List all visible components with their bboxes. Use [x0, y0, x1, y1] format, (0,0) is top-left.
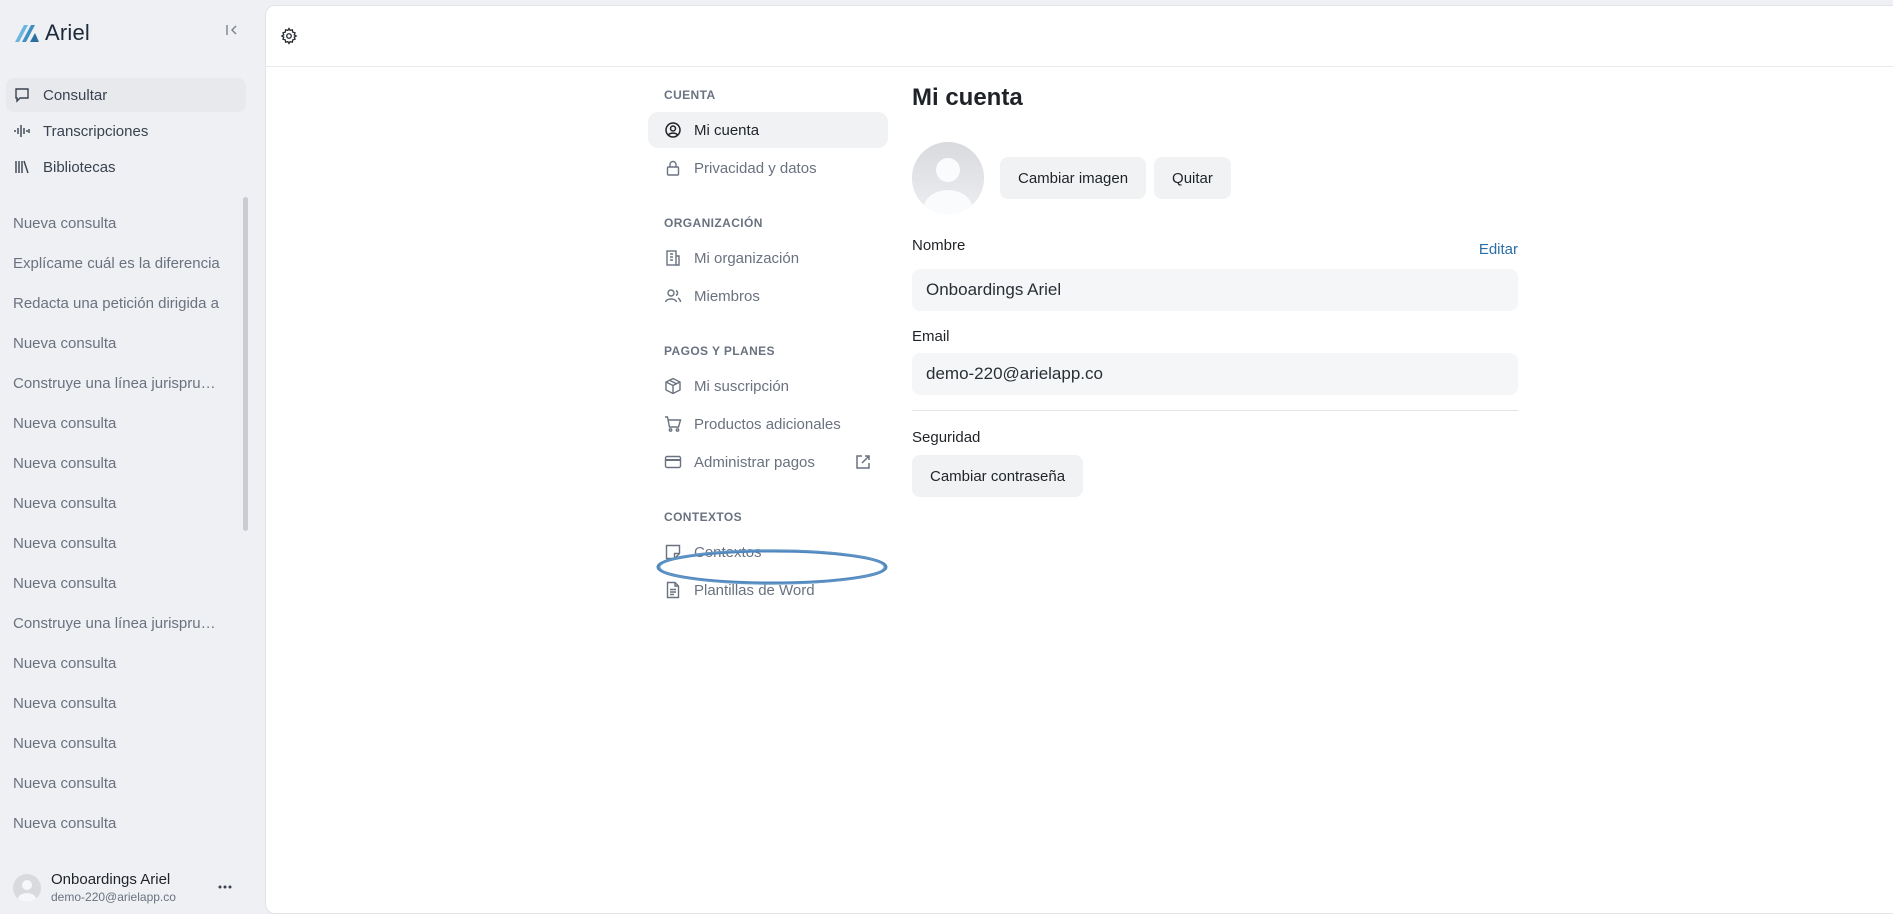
history-item[interactable]: Nueva consulta — [0, 564, 222, 604]
building-icon — [666, 250, 680, 266]
chat-bubble-icon — [15, 88, 29, 103]
change-password-button[interactable]: Cambiar contraseña — [912, 455, 1084, 497]
settings-item-productos[interactable]: Productos adicionales — [648, 406, 888, 442]
name-label: Nombre — [912, 237, 966, 254]
history-item[interactable]: Nueva consulta — [0, 764, 222, 804]
history-item[interactable]: Nueva consulta — [0, 684, 222, 724]
nav-item-consultar[interactable]: Consultar — [6, 78, 246, 112]
history-item[interactable]: Nueva consulta — [0, 724, 222, 764]
history-item[interactable]: Construye una línea jurisprudencial — [0, 604, 222, 644]
main-panel: CUENTA Mi cuenta Privacidad y datos ORGA… — [265, 5, 1893, 914]
history-item[interactable]: Redacta una petición dirigida a — [0, 284, 222, 324]
history-item[interactable]: Nueva consulta — [0, 404, 222, 444]
profile-avatar — [912, 142, 984, 214]
history-item[interactable]: Nueva consulta — [0, 804, 222, 844]
nav-item-label: Consultar — [43, 86, 108, 104]
conversation-history: Nueva consulta Explícame cuál es la dife… — [0, 204, 230, 852]
lock-icon — [666, 160, 680, 176]
user-info: Onboardings Ariel demo-220@arielapp.co — [51, 871, 176, 905]
settings-item-label: Mi organización — [694, 249, 800, 267]
gear-icon[interactable] — [280, 27, 298, 45]
more-options-icon[interactable] — [216, 878, 234, 896]
history-item[interactable]: Nueva consulta — [0, 484, 222, 524]
package-icon — [665, 377, 681, 395]
settings-item-label: Mi suscripción — [694, 377, 790, 395]
nav-item-bibliotecas[interactable]: Bibliotecas — [6, 150, 246, 184]
credit-card-icon — [664, 455, 682, 469]
avatar — [13, 874, 41, 902]
main-nav: Consultar Transcripciones Bibliotecas — [6, 78, 246, 186]
account-content: Mi cuenta Cambiar imagen Quitar Nombre E… — [912, 84, 1518, 497]
name-field[interactable]: Onboardings Ariel — [912, 269, 1518, 311]
nav-item-transcripciones[interactable]: Transcripciones — [6, 114, 246, 148]
section-label-pagos: PAGOS Y PLANES — [664, 344, 775, 358]
user-email: demo-220@arielapp.co — [51, 890, 176, 904]
ariel-logo-icon — [15, 25, 39, 42]
top-bar — [266, 6, 1893, 67]
settings-item-label: Miembros — [694, 287, 760, 305]
section-label-organizacion: ORGANIZACIÓN — [664, 216, 763, 230]
security-label: Seguridad — [912, 429, 981, 446]
waveform-icon — [14, 125, 30, 137]
users-icon — [664, 289, 682, 303]
email-field[interactable]: demo-220@arielapp.co — [912, 353, 1518, 395]
library-icon — [15, 160, 29, 174]
user-circle-icon — [665, 122, 681, 138]
user-name: Onboardings Ariel — [51, 871, 171, 888]
history-item[interactable]: Nueva consulta — [0, 204, 222, 244]
nav-item-label: Bibliotecas — [43, 158, 116, 176]
user-avatar-icon — [18, 880, 36, 902]
settings-item-mi-organizacion[interactable]: Mi organización — [648, 240, 888, 276]
section-label-cuenta: CUENTA — [664, 88, 716, 102]
brand[interactable]: Ariel — [13, 20, 90, 46]
document-icon — [666, 581, 680, 599]
history-item[interactable]: Nueva consulta — [0, 444, 222, 484]
divider — [912, 410, 1518, 411]
section-label-contextos: CONTEXTOS — [664, 510, 743, 524]
history-item[interactable]: Construye una línea jurisprudencial — [0, 364, 222, 404]
settings-item-label: Privacidad y datos — [694, 159, 817, 177]
nav-item-label: Transcripciones — [43, 122, 149, 140]
settings-item-label: Plantillas de Word — [694, 581, 815, 599]
collapse-sidebar-icon[interactable] — [224, 22, 240, 38]
settings-item-privacidad[interactable]: Privacidad y datos — [648, 150, 888, 186]
settings-item-administrar-pagos[interactable]: Administrar pagos — [648, 444, 888, 480]
cart-icon — [665, 416, 682, 432]
settings-nav: CUENTA Mi cuenta Privacidad y datos ORGA… — [648, 86, 893, 608]
settings-item-label: Administrar pagos — [694, 453, 815, 471]
user-profile[interactable]: Onboardings Ariel demo-220@arielapp.co — [13, 870, 253, 906]
history-item[interactable]: Nueva consulta — [0, 324, 222, 364]
history-item[interactable]: Nueva consulta — [0, 644, 222, 684]
sidebar: Ariel Consultar Transcripciones Bibliote… — [0, 0, 265, 914]
settings-item-label: Contextos — [694, 543, 762, 561]
page-title: Mi cuenta — [912, 84, 1023, 111]
remove-image-button[interactable]: Quitar — [1154, 157, 1231, 199]
change-image-button[interactable]: Cambiar imagen — [1000, 157, 1147, 199]
user-silhouette-icon — [912, 142, 984, 214]
settings-item-mi-cuenta[interactable]: Mi cuenta — [648, 112, 888, 148]
email-label: Email — [912, 328, 950, 345]
note-icon — [665, 544, 681, 560]
settings-item-suscripcion[interactable]: Mi suscripción — [648, 368, 888, 404]
external-link-icon — [856, 455, 870, 469]
settings-item-label: Mi cuenta — [694, 121, 760, 139]
settings-item-miembros[interactable]: Miembros — [648, 278, 888, 314]
brand-name: Ariel — [45, 20, 91, 45]
history-scrollbar[interactable] — [243, 197, 248, 531]
edit-link[interactable]: Editar — [1479, 241, 1518, 258]
settings-item-plantillas-word[interactable]: Plantillas de Word — [648, 572, 888, 608]
avatar-row: Cambiar imagen Quitar — [912, 142, 1231, 214]
history-item[interactable]: Explícame cuál es la diferencia — [0, 244, 222, 284]
history-item[interactable]: Nueva consulta — [0, 524, 222, 564]
settings-item-label: Productos adicionales — [694, 415, 841, 433]
settings-item-contextos[interactable]: Contextos — [648, 534, 888, 570]
